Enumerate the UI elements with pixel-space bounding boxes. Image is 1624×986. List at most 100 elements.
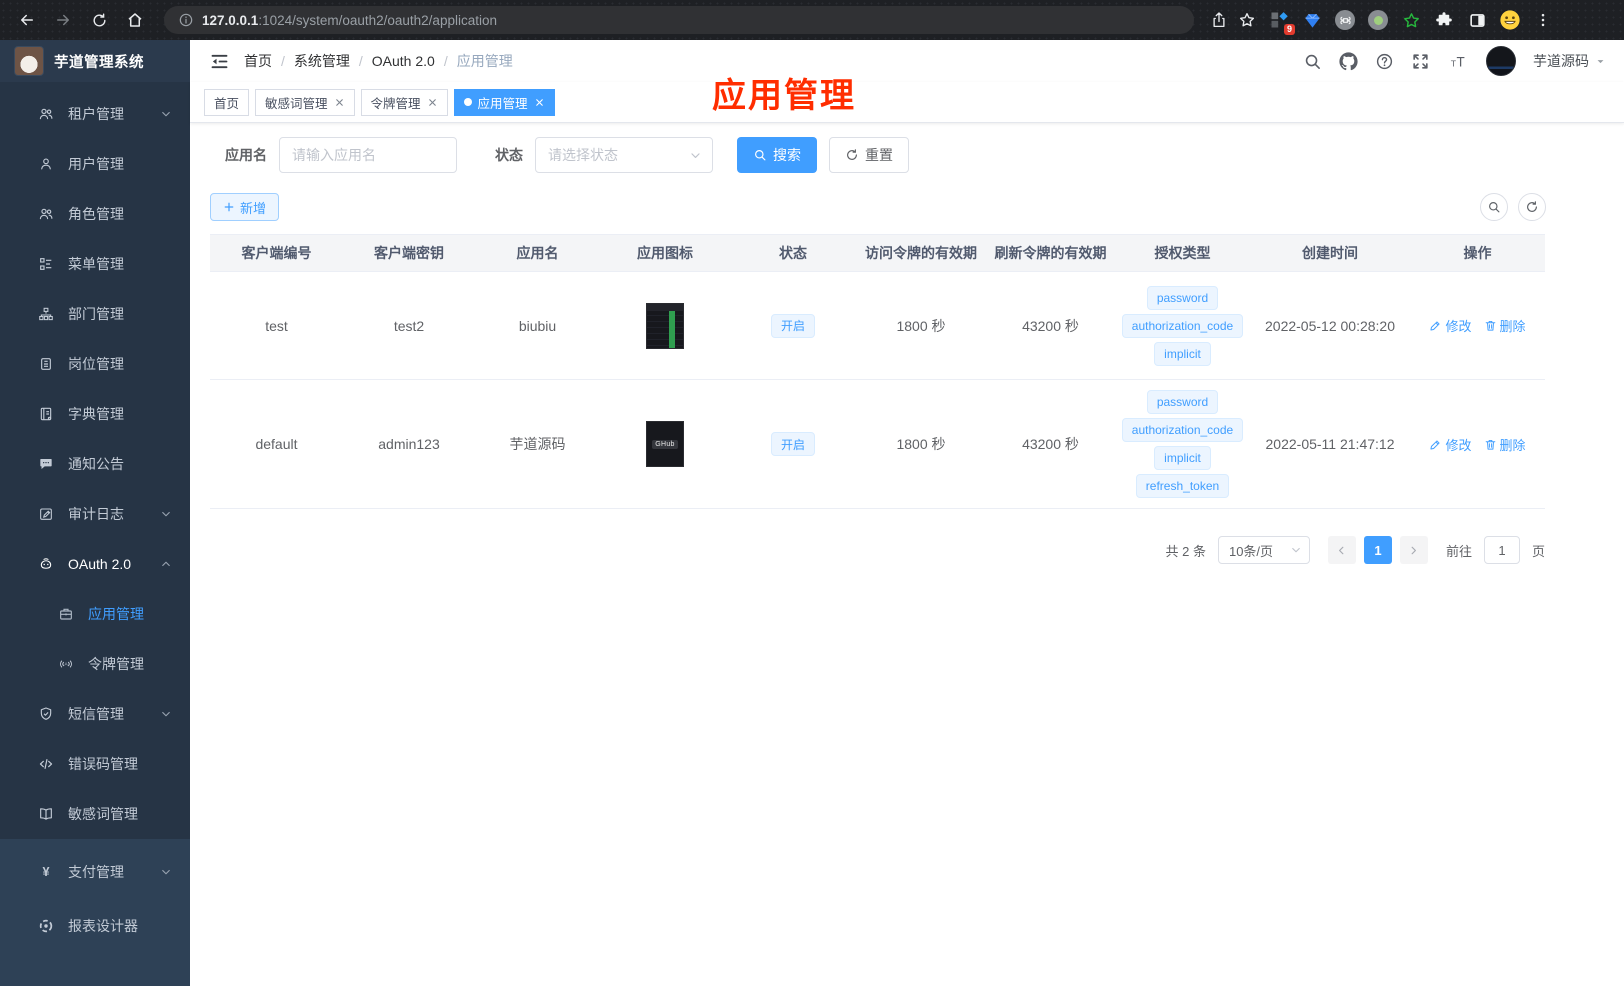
tab-sensitive-word[interactable]: 敏感词管理 xyxy=(255,88,355,116)
reset-button-label: 重置 xyxy=(865,147,893,163)
sidebar-item-user[interactable]: 用户管理 xyxy=(0,139,190,189)
sidebar-item-sms[interactable]: 短信管理 xyxy=(0,689,190,739)
chevron-right-icon xyxy=(1407,544,1420,557)
sidebar-item-post[interactable]: 岗位管理 xyxy=(0,339,190,389)
goto-page-input[interactable] xyxy=(1483,536,1520,564)
close-icon[interactable] xyxy=(534,97,545,108)
bookmark-star-button[interactable] xyxy=(1234,7,1260,33)
sidebar-item-error-code[interactable]: 错误码管理 xyxy=(0,739,190,789)
show-search-toggle-button[interactable] xyxy=(1480,193,1508,221)
add-button[interactable]: 新增 xyxy=(210,193,280,221)
edit-label: 修改 xyxy=(1445,319,1472,334)
sidebar-item-menu[interactable]: 菜单管理 xyxy=(0,239,190,289)
page-number-1[interactable]: 1 xyxy=(1363,536,1392,564)
close-icon[interactable] xyxy=(334,97,345,108)
cell-actions: 修改 删除 xyxy=(1410,380,1545,508)
app-logo-bar[interactable]: 芋道管理系统 xyxy=(0,40,190,82)
browser-forward-button[interactable] xyxy=(46,3,80,37)
breadcrumb-system[interactable]: 系统管理 xyxy=(294,51,350,71)
sidebar-item-payment[interactable]: 支付管理 xyxy=(0,845,190,899)
address-bar[interactable]: 127.0.0.1:1024/system/oauth2/oauth2/appl… xyxy=(164,6,1194,34)
token-icon xyxy=(58,656,74,672)
user-menu[interactable]: 芋道源码 xyxy=(1533,51,1606,71)
refresh-table-button[interactable] xyxy=(1518,193,1546,221)
extension-gem-icon[interactable] xyxy=(1299,7,1325,33)
sidebar-item-oauth2-application[interactable]: 应用管理 xyxy=(0,589,190,639)
col-access-ttl: 访问令牌的有效期 xyxy=(865,245,977,261)
tab-token[interactable]: 令牌管理 xyxy=(360,88,448,116)
help-icon[interactable] xyxy=(1375,52,1394,71)
app-name-input[interactable] xyxy=(279,137,457,173)
breadcrumb-home[interactable]: 首页 xyxy=(244,51,272,71)
reset-button[interactable]: 重置 xyxy=(829,137,909,173)
sidebar-item-dict[interactable]: 字典管理 xyxy=(0,389,190,439)
grant-tag: authorization_code xyxy=(1121,313,1244,338)
browser-menu-icon[interactable] xyxy=(1530,7,1556,33)
app-name-label: 应用名 xyxy=(225,147,267,163)
browser-reload-button[interactable] xyxy=(82,3,116,37)
close-icon[interactable] xyxy=(427,97,438,108)
url-text: 127.0.0.1:1024/system/oauth2/oauth2/appl… xyxy=(202,13,497,28)
edit-label: 修改 xyxy=(1445,437,1472,453)
browser-home-button[interactable] xyxy=(118,3,152,37)
user-avatar[interactable] xyxy=(1486,46,1516,76)
trash-icon xyxy=(1484,319,1497,332)
sidebar-item-label: 令牌管理 xyxy=(88,656,144,672)
sidebar-item-oauth2-token[interactable]: 令牌管理 xyxy=(0,639,190,689)
extension-command-icon[interactable] xyxy=(1332,7,1358,33)
next-page-button[interactable] xyxy=(1399,536,1428,564)
app-icon-text: GHub xyxy=(652,439,678,449)
extension-grid-icon[interactable]: 9 xyxy=(1266,7,1295,35)
sidebar-item-dept[interactable]: 部门管理 xyxy=(0,289,190,339)
sidebar-item-role[interactable]: 角色管理 xyxy=(0,189,190,239)
active-tab-dot xyxy=(463,98,472,106)
sidebar-item-report-designer[interactable]: 报表设计器 xyxy=(0,899,190,953)
cell-app-name: 芋道源码 xyxy=(509,436,566,452)
extension-star-icon[interactable] xyxy=(1398,7,1424,33)
sidebar-item-audit-log[interactable]: 审计日志 xyxy=(0,489,190,539)
col-actions: 操作 xyxy=(1463,245,1492,261)
extension-record-icon[interactable] xyxy=(1365,7,1391,33)
share-button[interactable] xyxy=(1206,7,1232,33)
grant-tag: implicit xyxy=(1154,446,1211,470)
browser-back-button[interactable] xyxy=(10,3,44,37)
page-size-select[interactable]: 10条/页 xyxy=(1217,536,1310,564)
delete-label: 删除 xyxy=(1499,437,1526,453)
sidebar-item-label: 岗位管理 xyxy=(68,356,124,372)
font-size-icon[interactable] xyxy=(1447,52,1469,71)
delete-button[interactable]: 删除 xyxy=(1484,435,1526,454)
url-path: :1024/system/oauth2/oauth2/application xyxy=(258,12,497,28)
applications-table: 客户端编号 客户端密钥 应用名 应用图标 状态 访问令牌的有效期 刷新令牌的有效… xyxy=(210,234,1545,509)
sidebar-item-sensitive-word[interactable]: 敏感词管理 xyxy=(0,789,190,839)
sidebar-item-notice[interactable]: 通知公告 xyxy=(0,439,190,489)
prev-page-button[interactable] xyxy=(1327,536,1356,564)
edit-button[interactable]: 修改 xyxy=(1429,316,1472,335)
edit-button[interactable]: 修改 xyxy=(1429,435,1472,454)
app-icon-image xyxy=(646,302,684,349)
extension-puzzle-icon[interactable] xyxy=(1431,7,1457,33)
side-panel-icon[interactable] xyxy=(1464,7,1490,33)
profile-avatar-icon[interactable] xyxy=(1497,7,1523,33)
cell-refresh-ttl: 43200 秒 xyxy=(1022,317,1079,334)
status-select[interactable]: 请选择状态 xyxy=(535,137,713,173)
search-icon[interactable] xyxy=(1303,52,1322,71)
breadcrumb-separator: / xyxy=(281,53,285,69)
breadcrumb-oauth2[interactable]: OAuth 2.0 xyxy=(372,53,435,69)
col-status: 状态 xyxy=(779,245,807,261)
fullscreen-icon[interactable] xyxy=(1411,52,1430,71)
sidebar-item-tenant[interactable]: 租户管理 xyxy=(0,89,190,139)
site-info-icon[interactable] xyxy=(178,12,194,28)
sidebar-collapse-icon[interactable] xyxy=(204,46,234,76)
tab-home[interactable]: 首页 xyxy=(204,88,250,116)
github-icon[interactable] xyxy=(1339,52,1358,71)
sidebar-item-label: 菜单管理 xyxy=(68,256,124,272)
sidebar-item-oauth2[interactable]: OAuth 2.0 xyxy=(0,539,190,589)
sidebar-item-label: 短信管理 xyxy=(68,706,124,722)
delete-button[interactable]: 删除 xyxy=(1484,316,1526,335)
app-title: 芋道管理系统 xyxy=(54,54,144,71)
search-button[interactable]: 搜索 xyxy=(737,137,817,173)
chevron-down-icon xyxy=(160,708,172,720)
chevron-down-icon xyxy=(160,508,172,520)
tab-application[interactable]: 应用管理 xyxy=(453,88,555,116)
table-row: test test2 biubiu 开启 1800 秒 43200 秒 pass… xyxy=(210,271,1545,379)
